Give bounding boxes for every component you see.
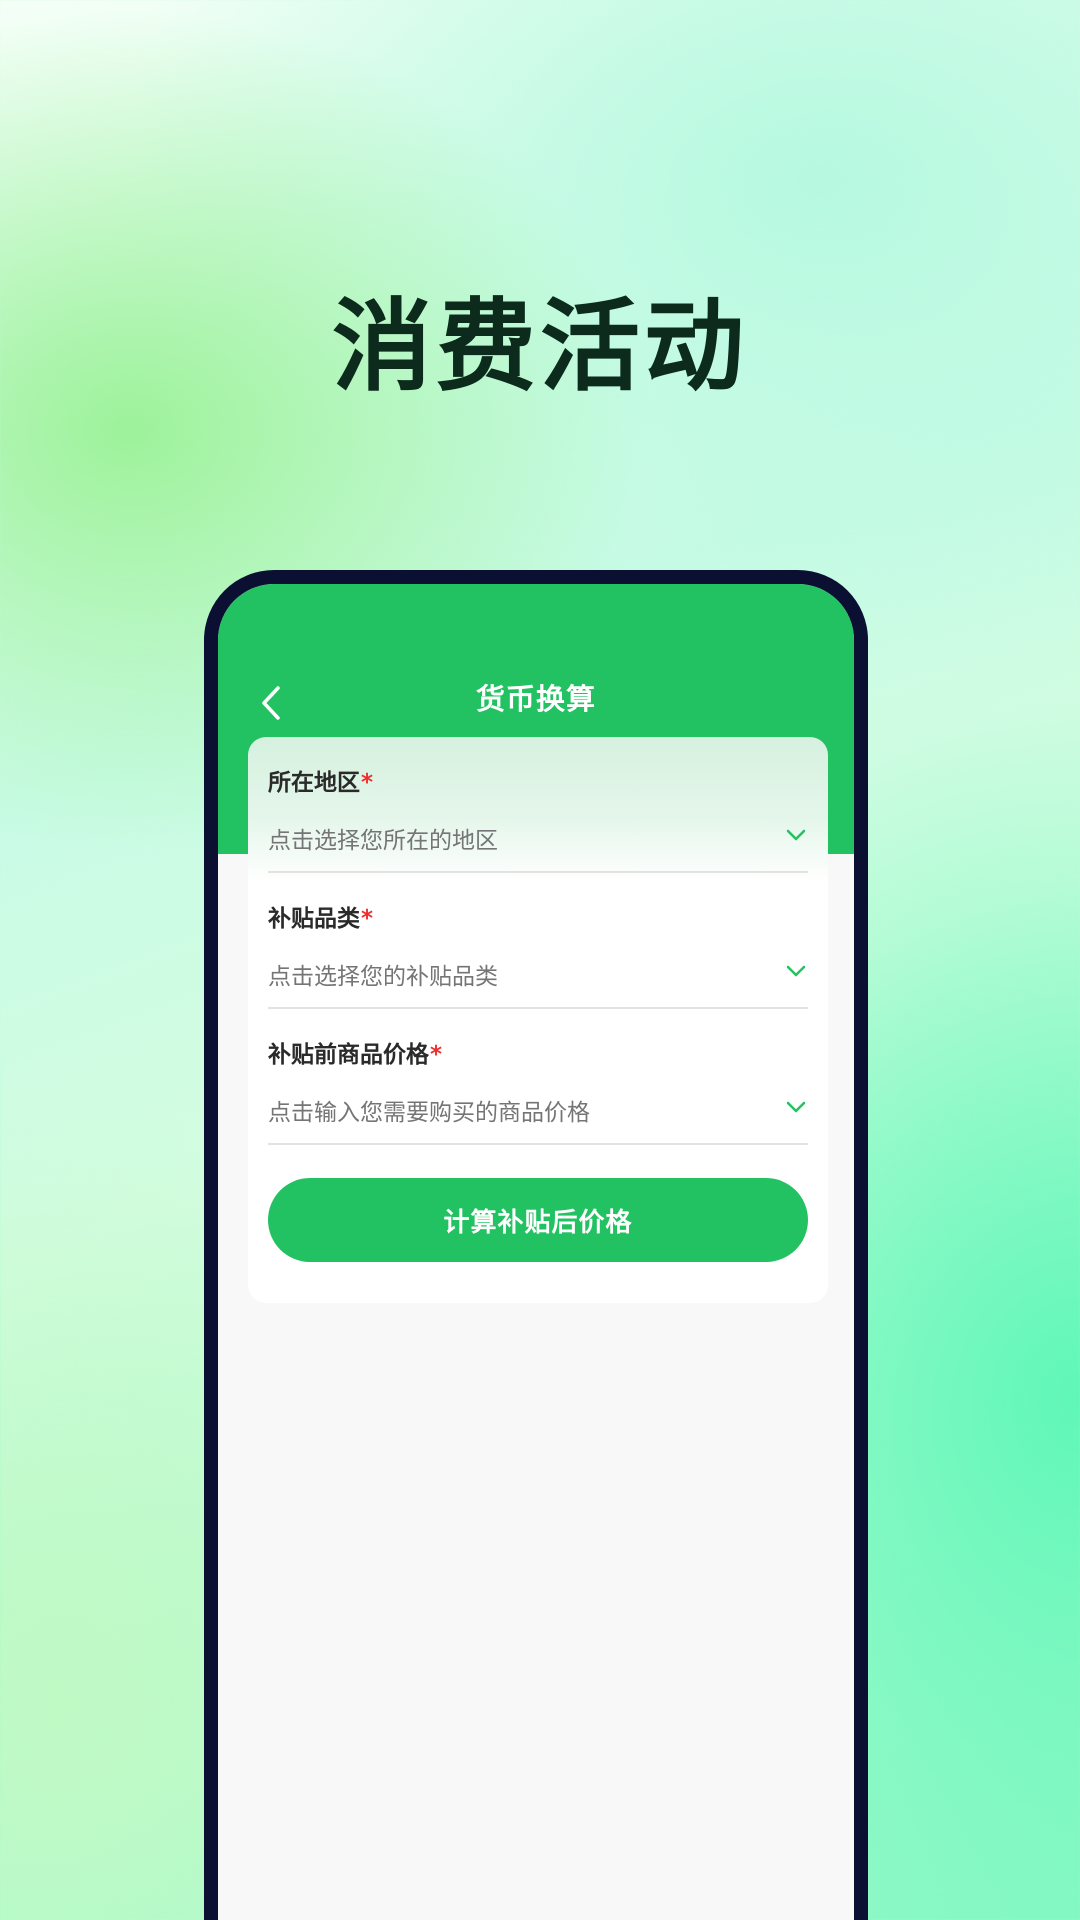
chevron-down-icon[interactable] [784,1095,808,1119]
promo-headline: 消费活动 [332,288,748,405]
required-mark: * [361,770,374,796]
field-label: 补贴品类* [268,906,374,932]
chevron-down-icon[interactable] [784,823,808,847]
field-label: 所在地区* [268,770,374,796]
category-select[interactable]: 点击选择您的补贴品类 [268,957,498,991]
app-screen: 货币换算 所在地区* 点击选择您所在的地区 补贴品类* 点击选择您的补贴品类 补… [218,584,854,1920]
region-field[interactable]: 所在地区* 点击选择您所在的地区 [268,737,808,873]
page-title: 货币换算 [475,682,596,716]
region-select[interactable]: 点击选择您所在的地区 [268,821,498,855]
required-mark: * [361,906,374,932]
chevron-down-icon[interactable] [784,959,808,983]
phone-frame: 货币换算 所在地区* 点击选择您所在的地区 补贴品类* 点击选择您的补贴品类 补… [204,570,868,1920]
category-field[interactable]: 补贴品类* 点击选择您的补贴品类 [268,873,808,1009]
field-label: 补贴前商品价格* [268,1042,443,1068]
price-field[interactable]: 补贴前商品价格* 点击输入您需要购买的商品价格 [268,1009,808,1145]
calculate-button[interactable]: 计算补贴后价格 [268,1178,808,1262]
price-input[interactable]: 点击输入您需要购买的商品价格 [268,1093,590,1127]
required-mark: * [430,1042,443,1068]
form-card: 所在地区* 点击选择您所在的地区 补贴品类* 点击选择您的补贴品类 补贴前商品价… [248,737,828,1303]
